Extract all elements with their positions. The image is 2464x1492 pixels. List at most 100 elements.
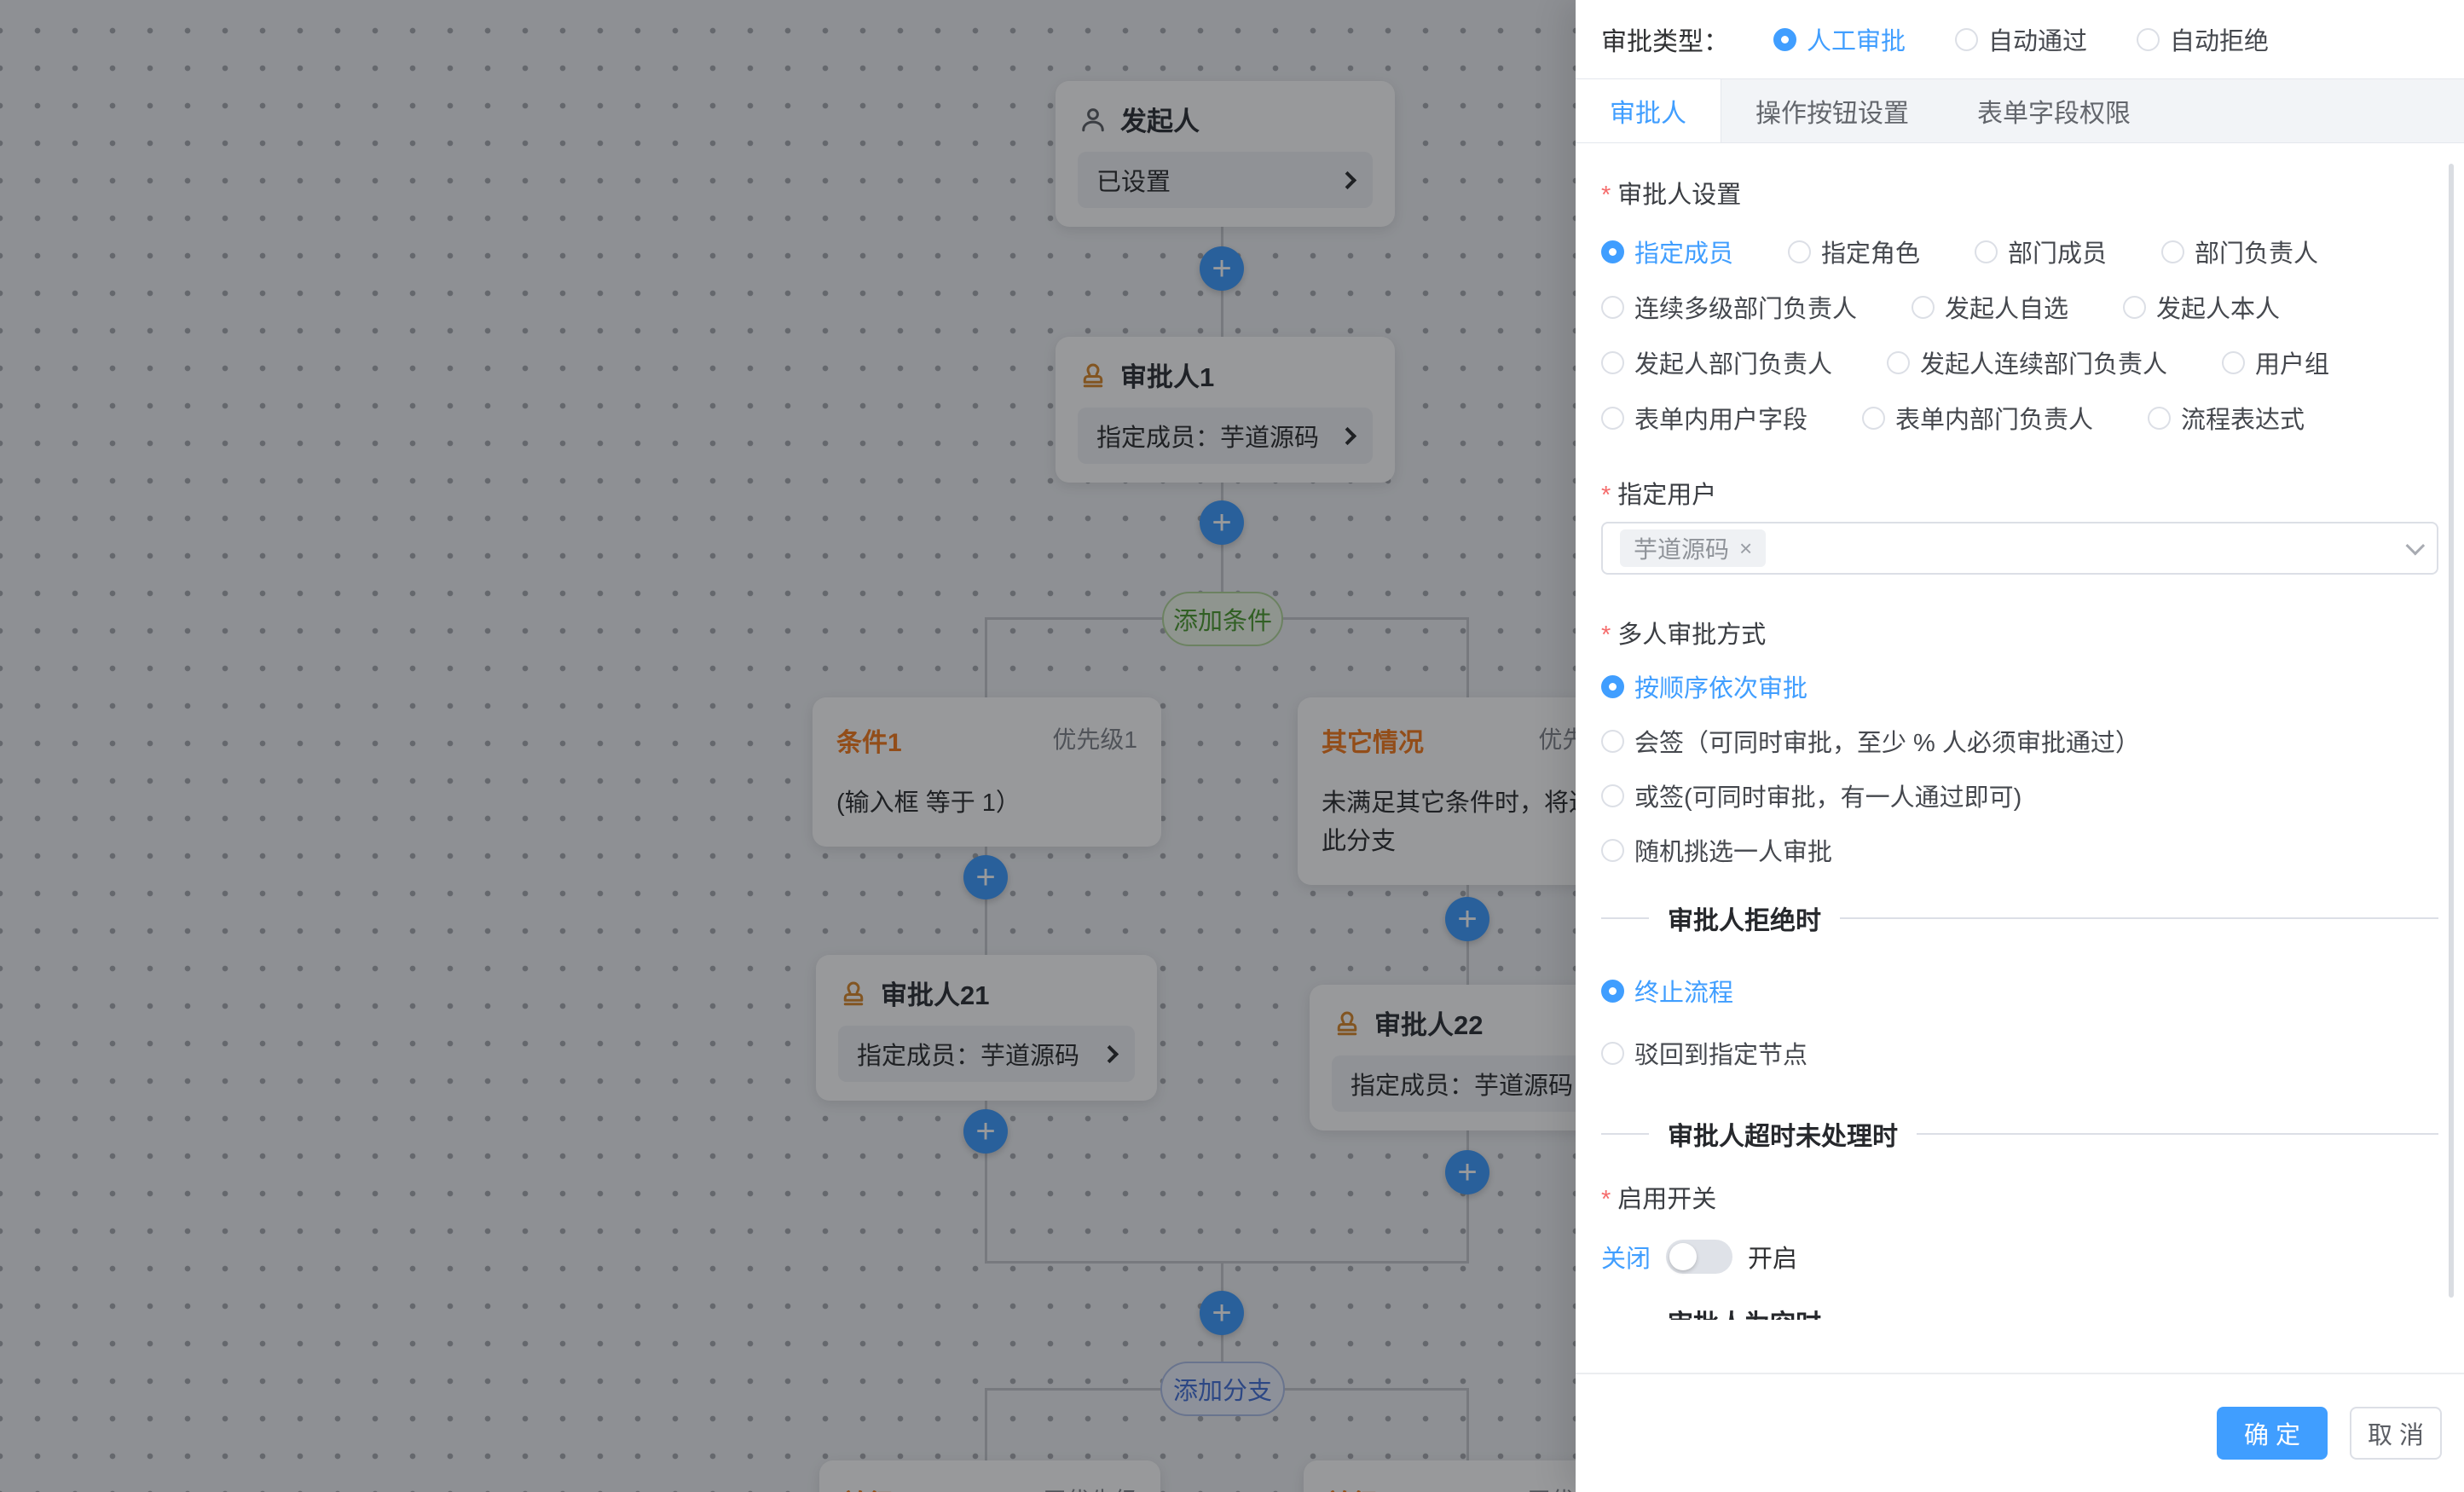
radio-label: 部门成员 (2008, 234, 2107, 269)
approver-setting-option[interactable]: 表单内用户字段 (1601, 400, 1808, 436)
radio-label: 发起人部门负责人 (1634, 344, 1832, 380)
radio-dot (2161, 240, 2184, 263)
radio-dot (1601, 980, 1624, 1003)
approver-setting-option[interactable]: 发起人部门负责人 (1601, 344, 1832, 380)
switch-off-label: 关闭 (1601, 1239, 1651, 1275)
multi-approve-row: 按顺序依次审批 (1601, 669, 2438, 703)
approver-setting-option[interactable]: 部门成员 (1975, 234, 2107, 269)
modal-dim-overlay (0, 0, 1576, 1492)
approver-setting-option[interactable]: 指定角色 (1788, 234, 1920, 269)
radio-label: 表单内部门负责人 (1895, 400, 2093, 436)
radio-dot (1975, 240, 1998, 263)
flow-canvas[interactable]: + + + + + + + 发起人 已设置 (0, 0, 1576, 1492)
reject-options: 终止流程驳回到指定节点 (1601, 974, 2438, 1070)
required-asterisk: * (1601, 482, 1611, 510)
assign-user-label: * 指定用户 (1601, 476, 2438, 510)
radio-dot (1601, 1042, 1624, 1065)
radio-label: 人工审批 (1807, 21, 1906, 57)
reject-option[interactable]: 终止流程 (1601, 973, 1733, 1009)
section-title: 审批人为空时 (1649, 1303, 1840, 1320)
timeout-toggle[interactable] (1666, 1240, 1732, 1274)
switch-on-label: 开启 (1748, 1239, 1797, 1275)
required-asterisk: * (1601, 182, 1611, 210)
radio-dot (1601, 351, 1624, 374)
approver-setting-option[interactable]: 部门负责人 (2161, 234, 2318, 269)
panel-tabs: 审批人操作按钮设置表单字段权限 (1576, 78, 2464, 143)
tab-content-approver: * 审批人设置 指定成员指定角色部门成员部门负责人连续多级部门负责人发起人自选发… (1576, 143, 2464, 1320)
multi-approve-label: * 多人审批方式 (1601, 616, 2438, 650)
approver-setting-label: * 审批人设置 (1601, 176, 2438, 210)
radio-label: 指定成员 (1634, 234, 1733, 269)
approver-setting-option[interactable]: 连续多级部门负责人 (1601, 289, 1857, 325)
multi-approve-options: 按顺序依次审批会签（可同时审批，至少 % 人必须审批通过） 或签(可同时审批，有一… (1601, 669, 2438, 867)
multi-approve-option[interactable]: 随机挑选一人审批 (1601, 832, 1832, 868)
tag-close-icon[interactable]: × (1739, 535, 1752, 562)
radio-dot (1862, 407, 1885, 430)
confirm-button[interactable]: 确 定 (2217, 1407, 2328, 1460)
radio-label: 用户组 (2255, 344, 2329, 380)
approver-setting-row: 指定成员 指定角色 部门成员 部门负责人 (1601, 234, 2438, 269)
tab-item[interactable]: 表单字段权限 (1943, 79, 2165, 142)
approval-type-option[interactable]: 自动通过 (1955, 21, 2087, 57)
multi-approve-option[interactable]: 会签（可同时审批，至少 % 人必须审批通过） (1601, 723, 2140, 759)
approval-type-option[interactable]: 人工审批 (1773, 21, 1906, 57)
radio-label: 表单内用户字段 (1634, 400, 1808, 436)
radio-label: 自动通过 (1988, 21, 2087, 57)
section-title: 审批人超时未处理时 (1649, 1115, 1917, 1153)
approver-setting-option[interactable]: 指定成员 (1601, 234, 1733, 269)
cancel-button[interactable]: 取 消 (2350, 1407, 2442, 1460)
multi-approve-option[interactable]: 或签(可同时审批，有一人通过即可) (1601, 778, 2022, 813)
radio-label: 按顺序依次审批 (1634, 668, 1808, 704)
reject-option[interactable]: 驳回到指定节点 (1601, 1035, 1808, 1071)
radio-dot (1601, 730, 1624, 753)
chevron-down-icon (2406, 536, 2426, 556)
timeout-switch-row: 关闭 开启 (1601, 1235, 2438, 1278)
radio-dot (1601, 675, 1624, 698)
required-asterisk: * (1601, 622, 1611, 650)
scrollbar-thumb[interactable] (2449, 164, 2454, 1298)
approver-setting-option[interactable]: 流程表达式 (2148, 400, 2305, 436)
radio-label: 会签（可同时审批，至少 % 人必须审批通过） (1634, 723, 2140, 759)
radio-label: 发起人自选 (1945, 289, 2068, 325)
radio-label: 连续多级部门负责人 (1634, 289, 1857, 325)
multi-approve-row: 会签（可同时审批，至少 % 人必须审批通过） (1601, 724, 2438, 758)
radio-label: 流程表达式 (2181, 400, 2305, 436)
user-tag-label: 芋道源码 (1634, 531, 1729, 565)
radio-dot (1955, 28, 1978, 51)
tab-item[interactable]: 操作按钮设置 (1721, 79, 1943, 142)
approval-type-option[interactable]: 自动拒绝 (2137, 21, 2269, 57)
radio-dot (1912, 296, 1935, 319)
reject-option-row: 终止流程 (1601, 974, 2438, 1008)
section-divider-timeout: 审批人超时未处理时 (1601, 1117, 2438, 1151)
enable-switch-label: * 启用开关 (1601, 1180, 2438, 1214)
multi-approve-option[interactable]: 按顺序依次审批 (1601, 668, 1808, 704)
radio-label: 自动拒绝 (2170, 21, 2269, 57)
section-divider-empty: 审批人为空时 (1601, 1304, 2438, 1320)
approver-setting-option[interactable]: 发起人本人 (2123, 289, 2280, 325)
approver-setting-option[interactable]: 用户组 (2222, 344, 2329, 380)
radio-dot (2137, 28, 2160, 51)
approver-setting-row: 发起人部门负责人 发起人连续部门负责人 用户组 (1601, 345, 2438, 379)
radio-dot (2123, 296, 2146, 319)
approver-setting-option[interactable]: 发起人自选 (1912, 289, 2068, 325)
user-tag: 芋道源码 × (1620, 529, 1766, 567)
multi-approve-row: 随机挑选一人审批 (1601, 833, 2438, 867)
reject-option-row: 驳回到指定节点 (1601, 1036, 2438, 1070)
approval-type-row: 审批类型： 人工审批 自动通过 自动拒绝 (1576, 0, 2464, 78)
workflow-designer: + + + + + + + 发起人 已设置 (0, 0, 2464, 1492)
radio-label: 发起人连续部门负责人 (1920, 344, 2167, 380)
radio-label: 或签(可同时审批，有一人通过即可) (1634, 778, 2022, 813)
radio-dot (1601, 839, 1624, 862)
radio-label: 部门负责人 (2195, 234, 2318, 269)
approval-type-label: 审批类型： (1601, 20, 1729, 58)
approver-setting-option[interactable]: 发起人连续部门负责人 (1887, 344, 2167, 380)
approver-setting-row: 表单内用户字段 表单内部门负责人 流程表达式 (1601, 401, 2438, 435)
radio-label: 指定角色 (1821, 234, 1920, 269)
required-asterisk: * (1601, 1186, 1611, 1214)
radio-dot (1773, 28, 1796, 51)
approver-setting-option[interactable]: 表单内部门负责人 (1862, 400, 2093, 436)
tab-active[interactable]: 审批人 (1576, 79, 1721, 142)
section-title: 审批人拒绝时 (1649, 899, 1840, 937)
assign-user-select[interactable]: 芋道源码 × (1601, 522, 2438, 575)
radio-label: 驳回到指定节点 (1634, 1035, 1808, 1071)
